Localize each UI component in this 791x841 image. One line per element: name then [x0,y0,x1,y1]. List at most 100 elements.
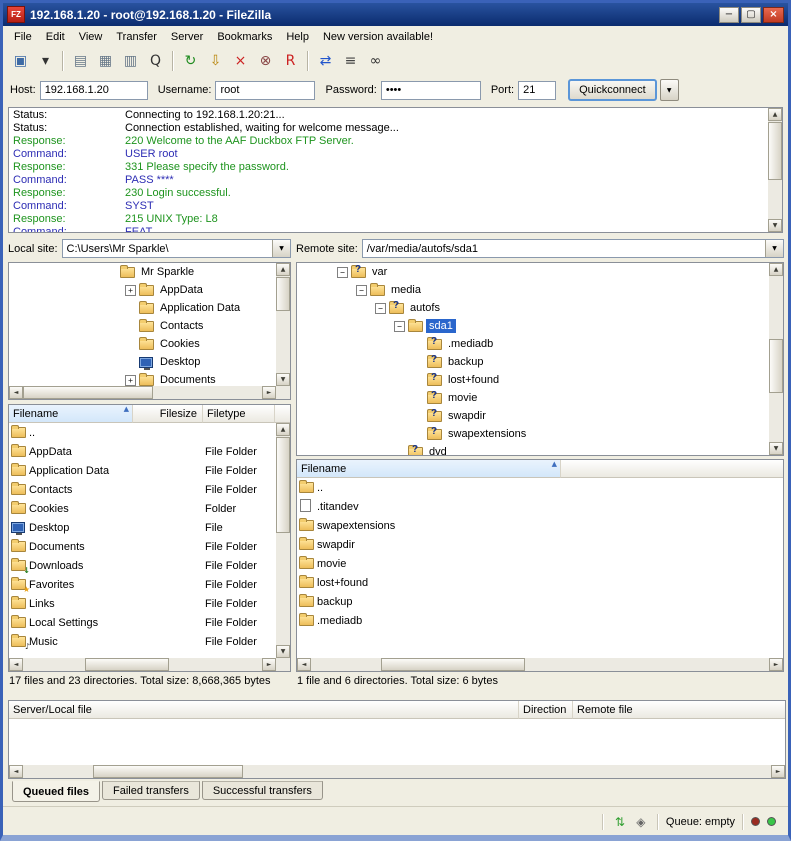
tab-failed-transfers[interactable]: Failed transfers [102,781,200,800]
file-row[interactable]: Links File Folder [9,594,276,613]
toggle-message-log-button[interactable]: ▤ [69,50,92,72]
toggle-queue-button[interactable]: Q [144,50,167,72]
file-row[interactable]: backup [297,592,783,611]
local-list-hscrollbar[interactable]: ◄ ► [9,658,276,671]
scroll-down-icon[interactable]: ▼ [768,219,782,232]
chevron-down-icon[interactable]: ▼ [272,240,290,257]
minimize-button[interactable]: − [719,7,739,23]
tree-item[interactable]: dvd [297,443,769,455]
file-row[interactable]: .mediadb [297,611,783,630]
tree-item[interactable]: swapextensions [297,425,769,443]
scroll-left-icon[interactable]: ◄ [9,765,23,778]
file-row[interactable]: ♪ Music File Folder [9,632,276,651]
tree-item[interactable]: Contacts [9,317,276,335]
tree-item[interactable]: lost+found [297,371,769,389]
reconnect-button[interactable]: R [279,50,302,72]
scroll-thumb[interactable] [381,658,525,671]
file-row[interactable]: Cookies Folder [9,499,276,518]
tab-successful-transfers[interactable]: Successful transfers [202,781,323,800]
menu-item[interactable]: New version available! [316,28,440,46]
expand-toggle-icon[interactable]: + [125,375,136,386]
scroll-left-icon[interactable]: ◄ [9,386,23,399]
column-header-filename[interactable]: Filename ▲ [297,460,561,478]
file-row[interactable]: .. [9,423,276,442]
password-input[interactable] [381,81,481,100]
scroll-up-icon[interactable]: ▲ [276,423,290,436]
close-button[interactable]: × [763,7,784,23]
tree-item[interactable]: swapdir [297,407,769,425]
scroll-right-icon[interactable]: ► [769,658,783,671]
tree-item[interactable]: Mr Sparkle [9,263,276,281]
file-row[interactable]: Desktop File [9,518,276,537]
local-tree-hscrollbar[interactable]: ◄ ► [9,386,276,399]
scroll-thumb[interactable] [768,122,782,180]
site-manager-button[interactable]: ▣ [9,50,32,72]
maximize-button[interactable]: ▢ [741,7,761,23]
refresh-button[interactable]: ↻ [179,50,202,72]
file-row[interactable]: movie [297,554,783,573]
file-row[interactable]: ★ Favorites File Folder [9,575,276,594]
tree-item[interactable]: Cookies [9,335,276,353]
tree-item[interactable]: backup [297,353,769,371]
tree-item[interactable]: − media [297,281,769,299]
scroll-thumb[interactable] [276,437,290,533]
file-row[interactable]: Contacts File Folder [9,480,276,499]
toggle-local-tree-button[interactable]: ▦ [94,50,117,72]
local-tree-vscrollbar[interactable]: ▲ ▼ [276,263,290,386]
process-queue-button[interactable]: ⇩ [204,50,227,72]
scroll-up-icon[interactable]: ▲ [769,263,783,276]
tree-item[interactable]: + Documents [9,371,276,386]
column-header-filesize[interactable]: Filesize [133,405,203,423]
quickconnect-button[interactable]: Quickconnect [568,79,657,101]
menu-item[interactable]: Server [164,28,210,46]
menu-item[interactable]: View [72,28,110,46]
filter-icon[interactable]: ◈ [632,814,650,830]
tree-item[interactable]: Desktop [9,353,276,371]
scroll-thumb[interactable] [276,277,290,311]
tree-item[interactable]: .mediadb [297,335,769,353]
scroll-up-icon[interactable]: ▲ [276,263,290,276]
expand-toggle-icon[interactable]: − [356,285,367,296]
file-row[interactable]: .titandev [297,497,783,516]
username-input[interactable] [215,81,315,100]
host-input[interactable] [40,81,148,100]
scroll-thumb[interactable] [769,339,783,393]
speed-limit-icon[interactable]: ⇅ [611,814,629,830]
tab-queued-files[interactable]: Queued files [12,781,100,802]
site-manager-dropdown[interactable]: ▾ [34,50,57,72]
menu-item[interactable]: Bookmarks [210,28,279,46]
synchronized-browsing-button[interactable]: ⇄ [314,50,337,72]
remote-site-combo[interactable]: /var/media/autofs/sda1 ▼ [362,239,784,258]
scroll-right-icon[interactable]: ► [771,765,785,778]
expand-toggle-icon[interactable]: − [375,303,386,314]
find-files-button[interactable]: ∞ [364,50,387,72]
file-row[interactable]: .. [297,478,783,497]
column-header-direction[interactable]: Direction [519,701,573,719]
scroll-left-icon[interactable]: ◄ [9,658,23,671]
disconnect-button[interactable]: ⊗ [254,50,277,72]
scroll-right-icon[interactable]: ► [262,386,276,399]
local-site-combo[interactable]: C:\Users\Mr Sparkle\ ▼ [62,239,291,258]
quickconnect-dropdown-button[interactable]: ▼ [660,79,679,101]
remote-list-hscrollbar[interactable]: ◄ ► [297,658,783,671]
scroll-left-icon[interactable]: ◄ [297,658,311,671]
file-row[interactable]: swapdir [297,535,783,554]
tree-item[interactable]: + AppData [9,281,276,299]
column-header-filetype[interactable]: Filetype [203,405,275,423]
directory-comparison-button[interactable]: ≡ [339,50,362,72]
local-list-vscrollbar[interactable]: ▲ ▼ [276,423,290,658]
expand-toggle-icon[interactable]: − [394,321,405,332]
chevron-down-icon[interactable]: ▼ [765,240,783,257]
file-row[interactable]: Application Data File Folder [9,461,276,480]
tree-item[interactable]: − sda1 [297,317,769,335]
expand-toggle-icon[interactable]: + [125,285,136,296]
file-row[interactable]: AppData File Folder [9,442,276,461]
scroll-up-icon[interactable]: ▲ [768,108,782,121]
tree-item[interactable]: − autofs [297,299,769,317]
column-header-local-file[interactable]: Server/Local file [9,701,519,719]
file-row[interactable]: ↓ Downloads File Folder [9,556,276,575]
cancel-button[interactable]: × [229,50,252,72]
menu-item[interactable]: Help [279,28,316,46]
log-scrollbar[interactable]: ▲ ▼ [768,108,782,232]
column-header-remote-file[interactable]: Remote file [573,701,785,719]
